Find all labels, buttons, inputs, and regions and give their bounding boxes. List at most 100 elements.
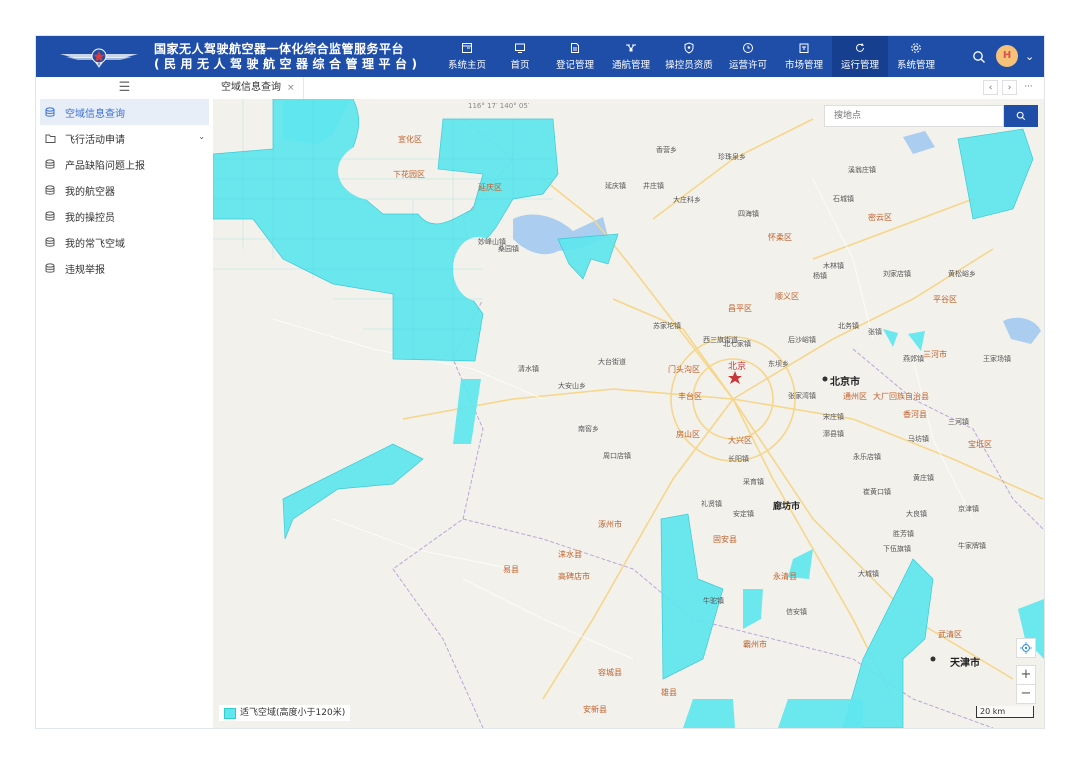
shield-icon [683,42,695,54]
folder-icon [45,133,56,144]
label-town: 王家场镇 [983,355,1011,363]
map-search-input[interactable] [824,105,1004,127]
airspace-zone[interactable] [778,699,863,728]
label-town: 西三旗街道 [703,336,738,344]
label-town: 牛家牌镇 [958,542,986,550]
platform-title: 国家无人驾驶航空器一体化综合监管服务平台 (民用无人驾驶航空器综合管理平台) [154,42,421,72]
tab-next-button[interactable]: › [1002,80,1017,95]
city-marker-icon [822,376,828,382]
label-district: 安新县 [583,705,607,714]
label-town: 延庆镇 [605,182,626,190]
nav-market-management[interactable]: 市场管理 [776,36,832,77]
label-town: 三河镇 [948,418,969,426]
map-search-button[interactable] [1004,105,1038,127]
label-town: 大良镇 [906,510,927,518]
airspace-map[interactable]: 116° 17′ 140° 05′ 北京市 天津市 廊坊市 北京 昌平区 怀柔区… [213,99,1044,728]
label-town: 清水镇 [518,365,539,373]
zoom-out-button[interactable]: − [1016,684,1036,704]
label-langfang-city: 廊坊市 [773,502,801,512]
label-district: 三河市 [923,350,947,359]
user-avatar[interactable]: H [996,45,1018,67]
sidebar-item-label: 空域信息查询 [65,108,125,120]
database-icon [45,262,56,274]
label-town: 苏家坨镇 [653,322,681,330]
label-town: 溪翁庄镇 [848,166,876,174]
tab-prev-button[interactable]: ‹ [983,80,998,95]
label-district: 涿州市 [598,520,622,529]
nav-general-aviation[interactable]: 通航管理 [604,36,658,77]
chevron-down-icon[interactable]: ⌄ [198,132,205,141]
nav-label: 系统管理 [896,60,935,71]
label-district: 丰台区 [678,392,702,401]
label-town: 张镇 [868,328,882,336]
label-district: 固安县 [713,535,737,544]
label-district: 通州区 [843,392,867,401]
label-town: 北务镇 [838,322,859,330]
nav-label: 市场管理 [784,60,823,71]
label-town: 黄松峪乡 [948,270,976,278]
label-town: 黄庄镇 [913,474,934,482]
sidebar-item-my-operators[interactable]: 我的操控员 [36,203,213,229]
legend-label: 适飞空域(高度小于120米) [240,708,346,718]
monitor-icon [514,42,526,54]
sidebar-item-defect-report[interactable]: 产品缺陷问题上报 [36,151,213,177]
label-town: 周口店镇 [603,452,631,460]
label-district: 容城县 [598,668,622,677]
label-town: 宋庄镇 [823,413,844,421]
database-icon [45,236,56,248]
label-town: 采育镇 [743,478,764,486]
nav-system-management[interactable]: 系统管理 [888,36,944,77]
user-menu-chevron-down-icon[interactable]: ⌄ [1025,50,1034,63]
tab-more-button[interactable]: ··· [1021,80,1036,95]
sidebar-item-label: 我的常飞空域 [65,238,125,250]
label-town: 珍珠泉乡 [718,153,746,161]
close-icon[interactable]: × [287,83,295,93]
coords-readout: 116° 17′ 140° 05′ [468,102,530,110]
label-town: 南窖乡 [578,425,599,433]
scale-bar: 20 km [976,706,1034,718]
label-town: 大城镇 [858,570,879,578]
label-district: 永清县 [773,572,797,581]
label-district: 大兴区 [728,436,752,445]
sidebar-collapse-menu-icon[interactable]: ☰ [36,77,213,99]
label-town: 四海镇 [738,210,759,218]
top-header: 国家无人驾驶航空器一体化综合监管服务平台 (民用无人驾驶航空器综合管理平台) 系… [36,36,1044,77]
sidebar-item-flight-application[interactable]: 飞行活动申请 ⌄ [36,125,213,151]
label-district: 香河县 [903,410,927,419]
label-town: 张家湾镇 [788,392,816,400]
label-town: 马坊镇 [908,435,929,443]
sidebar-item-violation-report[interactable]: 违规举报 [36,255,213,281]
nav-operator-qualification[interactable]: 操控员资质 [658,36,720,77]
nav-label: 通航管理 [611,60,650,71]
label-district: 高碑店市 [558,572,590,581]
sidebar-item-frequent-airspace[interactable]: 我的常飞空域 [36,229,213,255]
nav-system-home[interactable]: 系统主页 [440,36,494,77]
platform-title-main: 国家无人驾驶航空器一体化综合监管服务平台 [154,42,405,56]
label-district: 霸州市 [743,640,767,649]
nav-operation-license[interactable]: 运营许可 [720,36,776,77]
locate-button[interactable] [1016,638,1036,658]
sidebar-item-my-aircraft[interactable]: 我的航空器 [36,177,213,203]
nav-label: 登记管理 [555,60,594,71]
label-town: 燕郊镇 [903,355,924,363]
tab-airspace-query[interactable]: 空域信息查询 × [213,77,304,99]
nav-operation-management[interactable]: 运行管理 [832,36,888,77]
sidebar-item-label: 飞行活动申请 [65,134,125,146]
header-search-icon[interactable] [972,49,986,63]
tab-bar: 空域信息查询 × ‹ › ··· [213,77,1044,100]
window-icon [461,42,473,54]
app-window: 国家无人驾驶航空器一体化综合监管服务平台 (民用无人驾驶航空器综合管理平台) 系… [36,36,1044,728]
label-district: 延庆区 [478,183,502,192]
nav-home[interactable]: 首页 [494,36,546,77]
sidebar-item-airspace-query[interactable]: 空域信息查询 [40,99,209,125]
database-icon [45,184,56,196]
nav-registration[interactable]: 登记管理 [546,36,604,77]
label-town: 大台街道 [598,358,626,366]
search-icon [1016,111,1026,121]
label-town: 刘家店镇 [883,270,911,278]
label-town: 长阳镇 [728,455,749,463]
zoom-in-button[interactable]: + [1016,665,1036,685]
label-town: 安定镇 [733,510,754,518]
nav-label: 操控员资质 [665,60,713,71]
nav-label: 系统主页 [447,60,486,71]
